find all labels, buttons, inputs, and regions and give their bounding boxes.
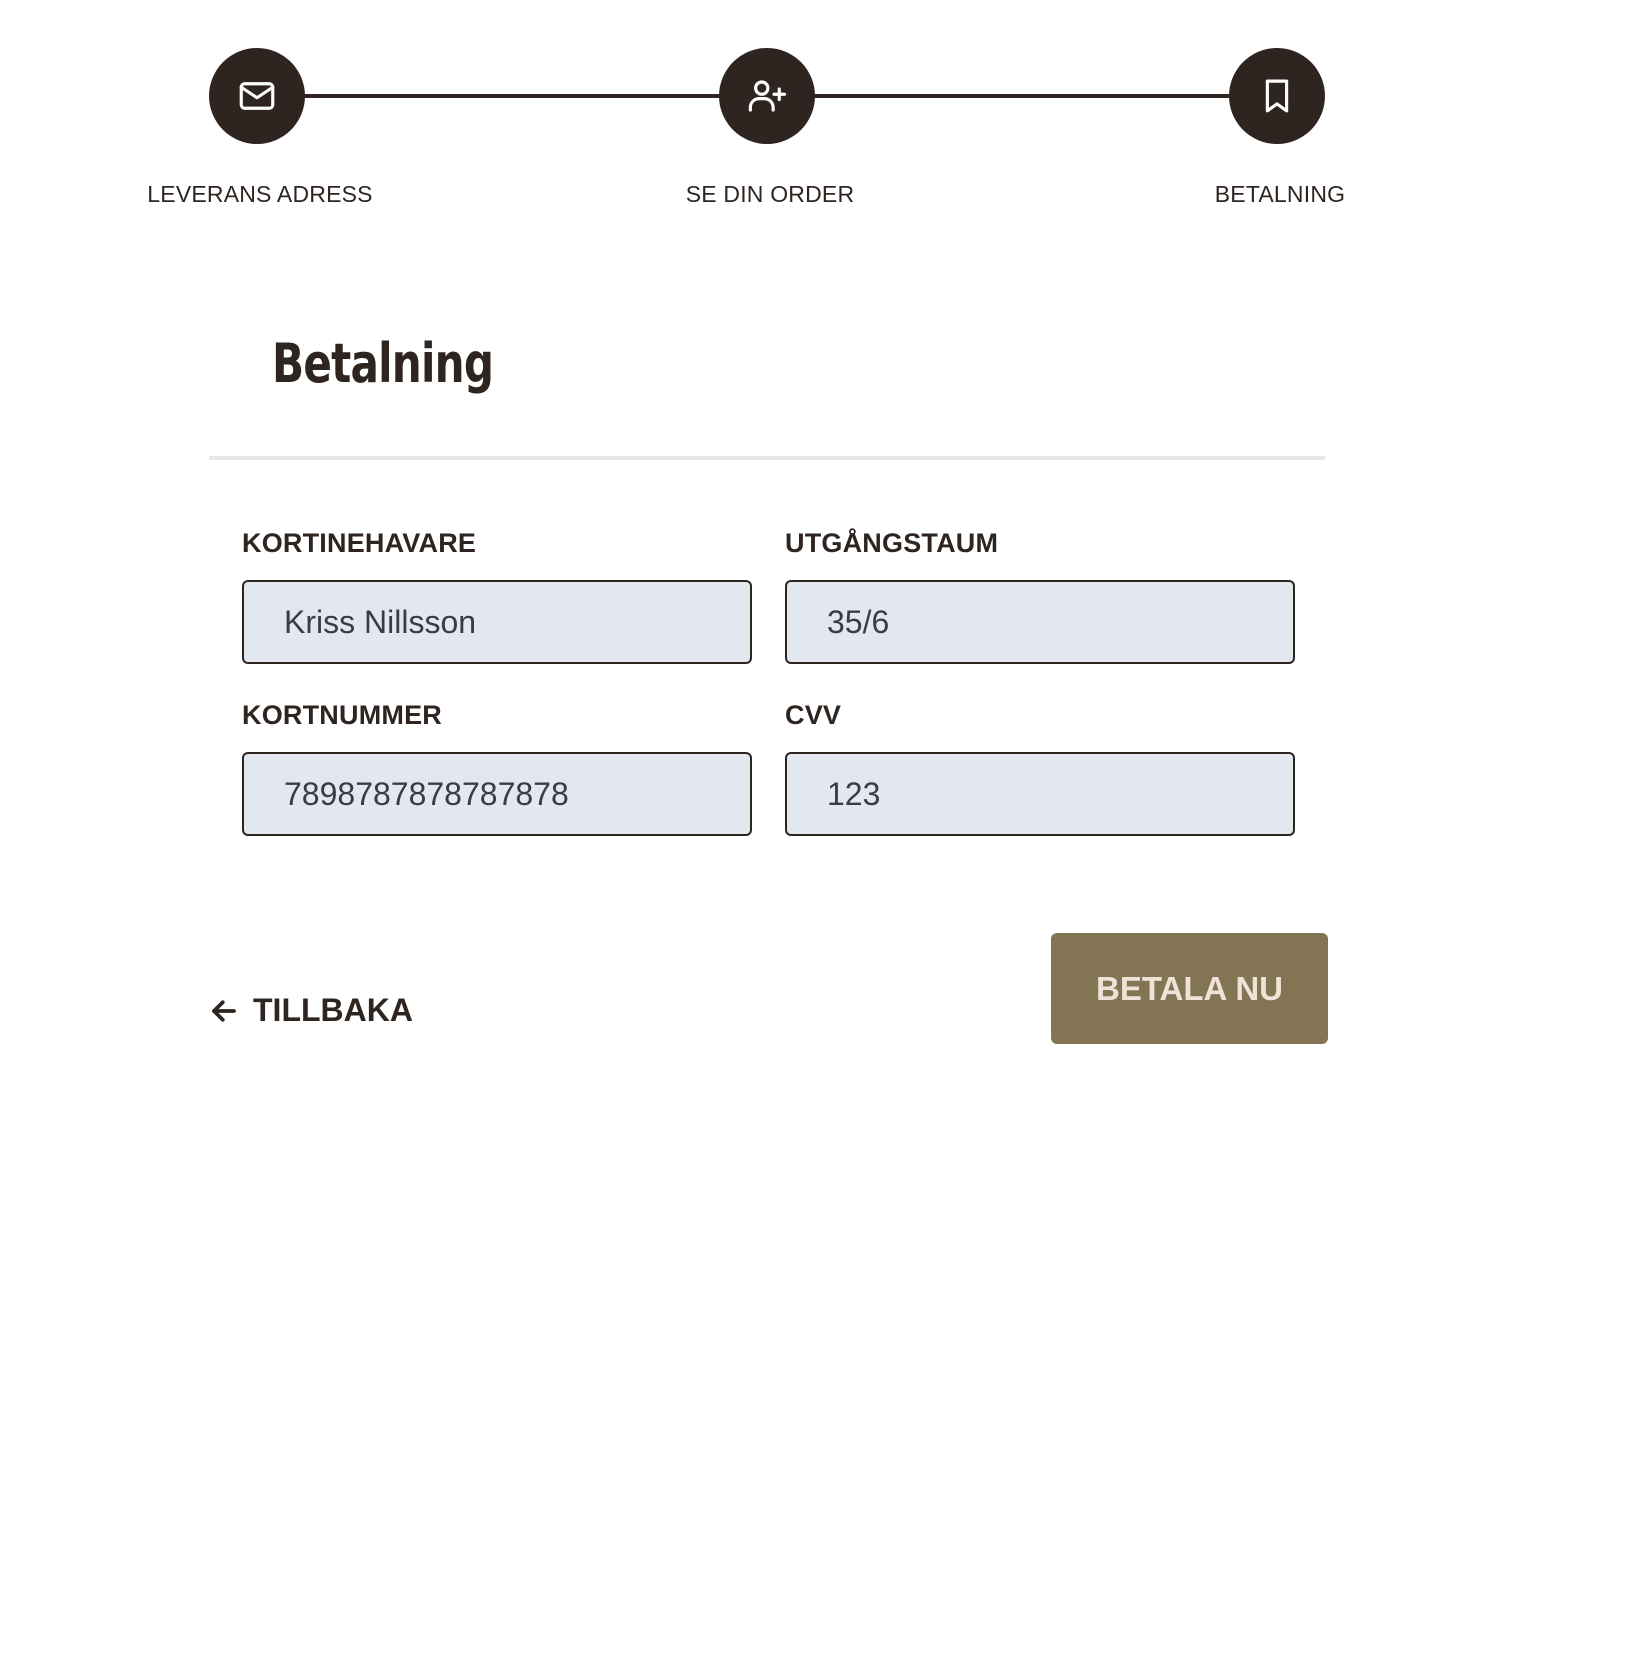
- cardholder-label: KORTINEHAVARE: [242, 528, 477, 558]
- step-view-order[interactable]: [719, 48, 815, 144]
- step-label-view-order: SE DIN ORDER: [685, 181, 855, 207]
- step-delivery-address[interactable]: [209, 48, 305, 144]
- card-number-label: KORTNUMMER: [242, 700, 442, 730]
- mail-icon: [239, 82, 275, 110]
- checkout-stepper: LEVERANS ADRESS SE DIN ORDER BETALNING: [0, 0, 1632, 230]
- step-label-delivery-address: LEVERANS ADRESS: [147, 181, 373, 207]
- expiry-input[interactable]: [785, 580, 1295, 664]
- user-plus-icon: [748, 80, 787, 112]
- cvv-label: CVV: [785, 700, 842, 730]
- back-link-label: TILLBAKA: [253, 992, 413, 1028]
- expiry-label: UTGÅNGSTAUM: [785, 528, 999, 558]
- step-payment[interactable]: [1229, 48, 1325, 144]
- section-divider: [209, 456, 1325, 460]
- cvv-input[interactable]: [785, 752, 1295, 836]
- cardholder-input[interactable]: [242, 580, 752, 664]
- card-number-input[interactable]: [242, 752, 752, 836]
- pay-now-button[interactable]: BETALA NU: [1051, 933, 1328, 1044]
- step-label-payment: BETALNING: [1214, 181, 1346, 207]
- arrow-left-icon: [212, 999, 236, 1022]
- page-title: Betalning: [272, 332, 494, 395]
- back-link[interactable]: TILLBAKA: [209, 992, 413, 1029]
- stepper-connector: [810, 94, 1230, 98]
- stepper-connector: [300, 94, 720, 98]
- bookmark-icon: [1265, 79, 1289, 113]
